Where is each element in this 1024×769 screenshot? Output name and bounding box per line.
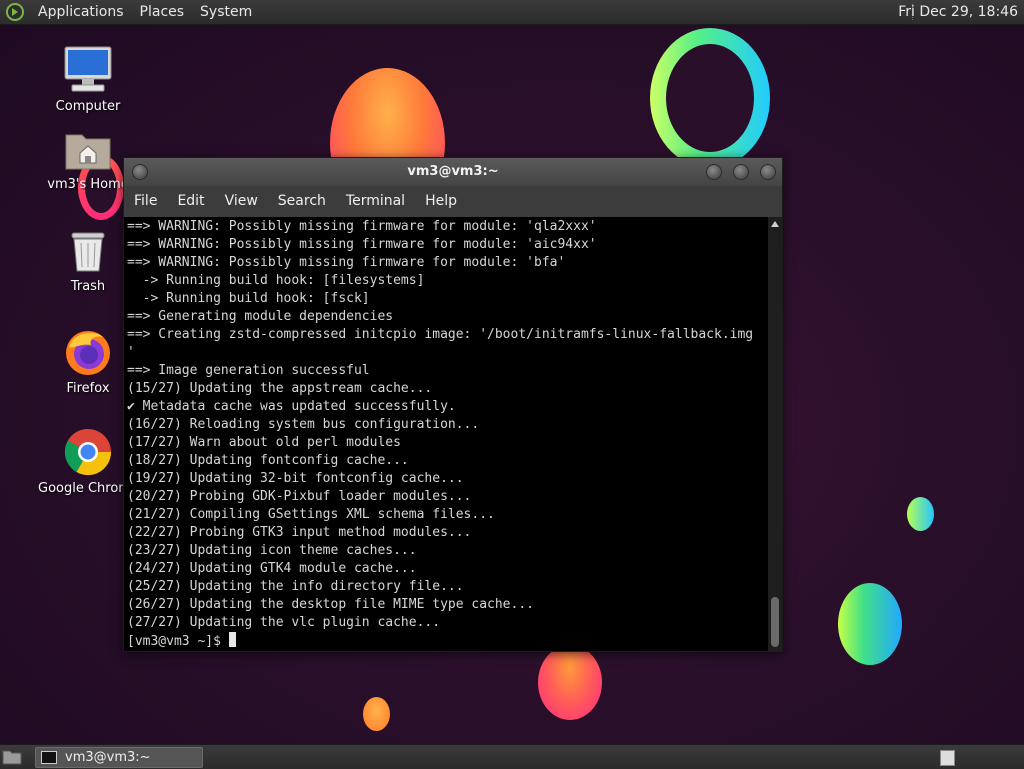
menu-places[interactable]: Places xyxy=(132,0,193,24)
desktop-icon-computer[interactable]: Computer xyxy=(38,45,138,114)
menu-terminal[interactable]: Terminal xyxy=(336,186,415,217)
maximize-icon[interactable] xyxy=(733,164,749,180)
desktop-icon-label: Computer xyxy=(55,99,121,114)
terminal-line: ==> Creating zstd-compressed initcpio im… xyxy=(127,327,754,342)
terminal-window[interactable]: vm3@vm3:~ File Edit View Search Terminal… xyxy=(123,157,783,652)
terminal-line: ✔ Metadata cache was updated successfull… xyxy=(127,399,456,414)
terminal-line: (15/27) Updating the appstream cache... xyxy=(127,381,433,396)
computer-icon xyxy=(64,46,112,92)
home-folder-icon xyxy=(65,134,111,170)
firefox-icon xyxy=(66,331,110,375)
chrome-icon xyxy=(64,428,112,476)
workspace-switcher[interactable] xyxy=(940,750,955,766)
wallpaper-pink-blob xyxy=(538,645,602,720)
wallpaper-blue-blob-large xyxy=(838,583,902,665)
mate-logo-icon[interactable] xyxy=(6,3,24,21)
wallpaper-orange-blob-small xyxy=(363,697,390,731)
menu-view[interactable]: View xyxy=(215,186,268,217)
menu-help[interactable]: Help xyxy=(415,186,467,217)
bottom-panel: vm3@vm3:~ xyxy=(0,744,1024,769)
taskbar-button-terminal[interactable]: vm3@vm3:~ xyxy=(35,747,203,768)
terminal-line: (23/27) Updating icon theme caches... xyxy=(127,543,417,558)
scroll-up-arrow-icon[interactable] xyxy=(771,221,779,227)
menu-applications[interactable]: Applications xyxy=(30,0,132,24)
wallpaper-green-ring xyxy=(650,28,770,168)
terminal-line: (21/27) Compiling GSettings XML schema f… xyxy=(127,507,495,522)
menu-system[interactable]: System xyxy=(192,0,260,24)
text-cursor xyxy=(228,632,236,647)
terminal-prompt: [vm3@vm3 ~]$ xyxy=(127,634,229,649)
terminal-line: ==> WARNING: Possibly missing firmware f… xyxy=(127,237,597,252)
trash-icon xyxy=(71,232,105,272)
terminal-line: (18/27) Updating fontconfig cache... xyxy=(127,453,409,468)
terminal-line: (19/27) Updating 32-bit fontconfig cache… xyxy=(127,471,464,486)
terminal-line: ==> WARNING: Possibly missing firmware f… xyxy=(127,219,597,234)
terminal-line: (24/27) Updating GTK4 module cache... xyxy=(127,561,417,576)
terminal-line: ==> WARNING: Possibly missing firmware f… xyxy=(127,255,566,270)
terminal-menubar: File Edit View Search Terminal Help xyxy=(124,186,782,217)
terminal-line: ==> Image generation successful xyxy=(127,363,370,378)
menu-file[interactable]: File xyxy=(124,186,167,217)
menu-edit[interactable]: Edit xyxy=(167,186,214,217)
terminal-output[interactable]: ==> WARNING: Possibly missing firmware f… xyxy=(124,217,768,651)
terminal-line: (20/27) Probing GDK-Pixbuf loader module… xyxy=(127,489,472,504)
scrollbar-thumb[interactable] xyxy=(771,597,779,647)
clock[interactable]: Fri Dec 29, 18:46 xyxy=(898,0,1018,24)
terminal-titlebar[interactable]: vm3@vm3:~ xyxy=(124,158,782,186)
terminal-line: (16/27) Reloading system bus configurati… xyxy=(127,417,480,432)
terminal-line: -> Running build hook: [filesystems] xyxy=(127,273,425,288)
terminal-line: (27/27) Updating the vlc plugin cache... xyxy=(127,615,441,630)
taskbar-button-label: vm3@vm3:~ xyxy=(65,750,151,765)
terminal-line: (25/27) Updating the info directory file… xyxy=(127,579,464,594)
terminal-line: -> Running build hook: [fsck] xyxy=(127,291,370,306)
terminal-line: (22/27) Probing GTK3 input method module… xyxy=(127,525,472,540)
show-desktop-icon[interactable] xyxy=(2,748,22,765)
top-panel: Applications Places System Fri Dec 29, 1… xyxy=(0,0,1024,25)
terminal-title: vm3@vm3:~ xyxy=(407,164,499,179)
close-icon[interactable] xyxy=(760,164,776,180)
terminal-icon xyxy=(41,751,57,764)
terminal-line: ' xyxy=(127,345,135,360)
menu-search[interactable]: Search xyxy=(268,186,336,217)
terminal-line: (26/27) Updating the desktop file MIME t… xyxy=(127,597,534,612)
minimize-icon[interactable] xyxy=(706,164,722,180)
wallpaper-blue-blob-small xyxy=(907,497,934,531)
terminal-line: (17/27) Warn about old perl modules xyxy=(127,435,401,450)
terminal-scrollbar[interactable] xyxy=(768,217,782,651)
terminal-line: ==> Generating module dependencies xyxy=(127,309,394,324)
